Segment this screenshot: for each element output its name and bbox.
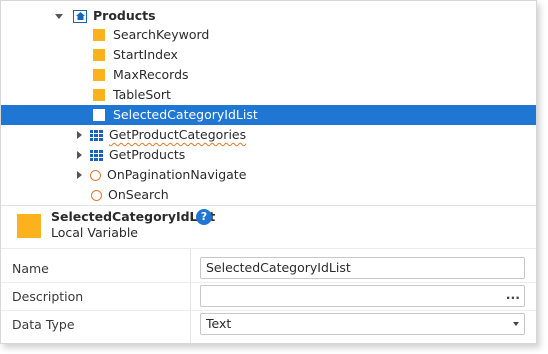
tree-item-label: GetProducts — [109, 147, 186, 162]
property-label: Data Type — [12, 317, 75, 332]
tree-item-selected-variable[interactable]: SelectedCategoryIdList — [1, 105, 536, 125]
tree-item-label: StartIndex — [113, 47, 178, 62]
tree-item-label: Products — [93, 8, 156, 23]
variable-icon — [93, 89, 105, 101]
property-description: Description ... — [1, 283, 536, 311]
tree-item-label: SelectedCategoryIdList — [113, 107, 258, 122]
variable-icon — [17, 214, 41, 238]
variable-icon — [93, 49, 105, 61]
property-data-type: Data Type Text — [1, 311, 536, 339]
tree-item-label: OnPaginationNavigate — [107, 167, 247, 182]
action-icon — [91, 189, 102, 201]
property-label: Description — [12, 289, 84, 304]
variable-icon — [93, 29, 105, 41]
name-input-value: SelectedCategoryIdList — [206, 260, 351, 275]
more-button[interactable]: ... — [506, 286, 520, 304]
description-input[interactable]: ... — [200, 285, 525, 307]
tree-item-label: TableSort — [113, 87, 171, 102]
name-input[interactable]: SelectedCategoryIdList — [200, 257, 525, 279]
chevron-down-icon[interactable] — [513, 322, 519, 326]
property-label: Name — [12, 261, 49, 276]
element-type: Local Variable — [51, 225, 138, 240]
tree-item-variable[interactable]: SearchKeyword — [1, 25, 536, 45]
variable-icon — [93, 69, 105, 81]
chevron-down-icon[interactable] — [55, 13, 63, 19]
help-icon[interactable]: ? — [196, 209, 212, 225]
tree-item-variable[interactable]: MaxRecords — [1, 65, 536, 85]
tree-item-label: GetProductCategories — [109, 127, 247, 142]
tree-item-aggregate[interactable]: GetProducts — [1, 145, 536, 165]
chevron-right-icon[interactable] — [77, 151, 82, 159]
aggregate-icon — [90, 129, 103, 141]
tree-item-variable[interactable]: StartIndex — [1, 45, 536, 65]
tree-item-label: OnSearch — [108, 187, 169, 202]
chevron-right-icon[interactable] — [77, 131, 82, 139]
property-name: Name SelectedCategoryIdList — [1, 255, 536, 283]
tree-item-products[interactable]: Products — [1, 6, 536, 26]
screen-icon — [73, 9, 87, 23]
tree-item-aggregate[interactable]: GetProductCategories — [1, 125, 536, 145]
data-type-select[interactable]: Text — [200, 313, 525, 335]
aggregate-icon — [90, 149, 103, 161]
divider — [1, 248, 536, 249]
properties-panel: Products SearchKeyword StartIndex MaxRec… — [0, 0, 537, 344]
variable-icon — [93, 109, 105, 121]
tree-item-variable[interactable]: TableSort — [1, 85, 536, 105]
data-type-value: Text — [206, 316, 232, 331]
action-icon — [90, 169, 101, 181]
chevron-right-icon[interactable] — [77, 171, 82, 179]
tree-item-action[interactable]: OnSearch — [1, 185, 536, 205]
tree-item-label: SearchKeyword — [113, 27, 210, 42]
element-tree: Products SearchKeyword StartIndex MaxRec… — [1, 1, 536, 205]
tree-item-action[interactable]: OnPaginationNavigate — [1, 165, 536, 185]
element-title: SelectedCategoryIdList — [51, 209, 216, 224]
tree-item-label: MaxRecords — [113, 67, 189, 82]
properties-header: SelectedCategoryIdList ? Local Variable — [1, 206, 536, 248]
